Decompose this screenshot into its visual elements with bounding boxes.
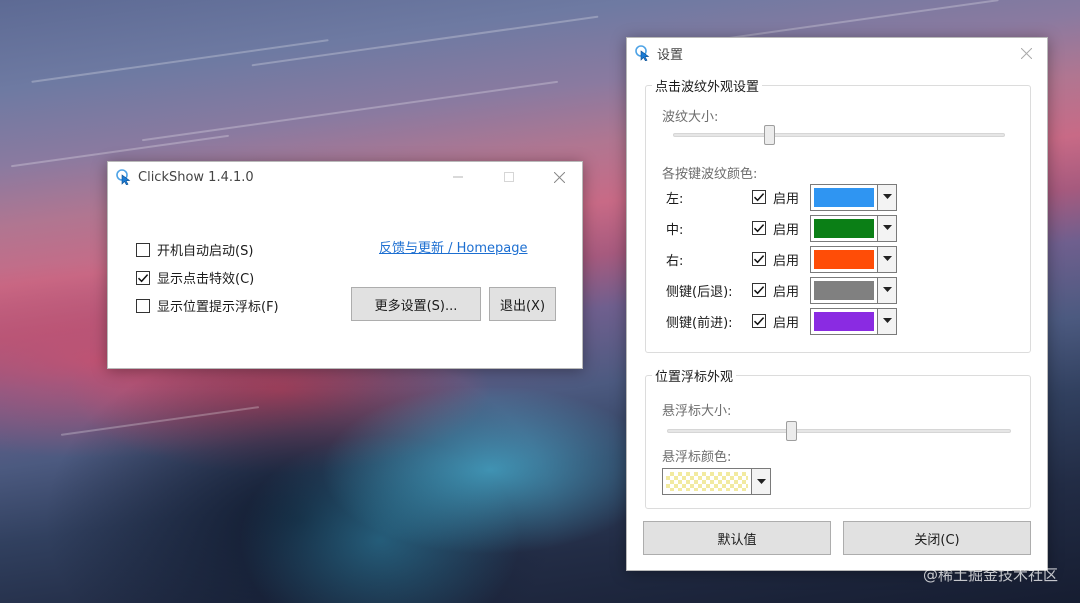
- indicator-appearance-group: 位置浮标外观 悬浮标大小: 悬浮标颜色:: [645, 366, 1031, 509]
- indicator-size-slider[interactable]: [667, 429, 1011, 433]
- checkmark-icon: [753, 317, 765, 326]
- forward-color-picker[interactable]: [810, 307, 897, 335]
- back-color-dropdown[interactable]: [878, 277, 896, 303]
- back-button-color-row: 侧键(后退): 启用: [666, 276, 916, 304]
- forward-button-color-row: 侧键(前进): 启用: [666, 307, 916, 335]
- right-color-swatch: [814, 249, 874, 269]
- show-indicator-option[interactable]: 显示位置提示浮标(F): [136, 296, 279, 315]
- forward-color-swatch: [814, 311, 874, 331]
- left-color-picker[interactable]: [810, 183, 897, 211]
- indicator-size-label: 悬浮标大小:: [662, 404, 732, 419]
- forward-enable-checkbox[interactable]: [752, 314, 766, 328]
- ripple-size-label: 波纹大小:: [662, 110, 719, 125]
- left-button-color-row: 左: 启用: [666, 183, 916, 211]
- left-color-dropdown[interactable]: [878, 184, 896, 210]
- maximize-icon: [504, 172, 514, 182]
- chevron-down-icon: [882, 225, 892, 230]
- ripple-group-title: 点击波纹外观设置: [652, 76, 763, 95]
- settings-titlebar[interactable]: 设置: [627, 38, 1047, 68]
- indicator-size-slider-thumb[interactable]: [785, 421, 797, 441]
- close-icon: [1020, 47, 1032, 59]
- close-button[interactable]: [536, 162, 582, 192]
- default-values-button[interactable]: 默认值: [643, 521, 831, 555]
- back-enable-label: 启用: [773, 284, 800, 300]
- indicator-color-dropdown[interactable]: [752, 469, 770, 494]
- chevron-down-icon: [756, 478, 766, 484]
- show-indicator-checkbox[interactable]: [136, 298, 150, 313]
- exit-button[interactable]: 退出(X): [489, 287, 556, 321]
- clickshow-main-window: ClickShow 1.4.1.0 开机自动启动(S) 显示点击特效(C) 显示…: [107, 161, 583, 369]
- show-indicator-label: 显示位置提示浮标(F): [157, 300, 279, 315]
- right-color-dropdown[interactable]: [878, 246, 896, 272]
- middle-color-picker[interactable]: [810, 214, 897, 242]
- checkmark-icon: [753, 286, 765, 295]
- more-settings-button[interactable]: 更多设置(S)...: [351, 287, 481, 321]
- right-enable-label: 启用: [773, 253, 800, 269]
- indicator-group-title: 位置浮标外观: [652, 366, 737, 385]
- left-enable-label: 启用: [773, 191, 800, 207]
- forward-button-label: 侧键(前进):: [666, 315, 733, 331]
- ripple-size-slider[interactable]: [673, 133, 1005, 137]
- chevron-down-icon: [882, 194, 892, 199]
- show-click-effect-checkbox[interactable]: [136, 270, 150, 285]
- checkmark-icon: [753, 255, 765, 264]
- ripple-size-slider-thumb[interactable]: [764, 125, 776, 145]
- close-icon: [553, 171, 565, 183]
- ripple-appearance-group: 点击波纹外观设置 波纹大小: 各按键波纹颜色: 左: 启用 中: 启用 右: 启…: [645, 76, 1031, 353]
- indicator-color-picker[interactable]: [662, 468, 771, 495]
- show-click-effect-option[interactable]: 显示点击特效(C): [136, 268, 254, 287]
- maximize-button[interactable]: [486, 162, 532, 192]
- right-enable-checkbox[interactable]: [752, 252, 766, 266]
- left-enable-option[interactable]: 启用: [752, 188, 810, 207]
- checkmark-icon: [753, 193, 765, 202]
- ripple-colors-label: 各按键波纹颜色:: [662, 167, 758, 182]
- indicator-color-swatch: [666, 472, 749, 491]
- settings-window-title: 设置: [657, 47, 684, 63]
- middle-color-swatch: [814, 218, 874, 238]
- autostart-checkbox[interactable]: [136, 242, 150, 257]
- right-button-color-row: 右: 启用: [666, 245, 916, 273]
- forward-color-dropdown[interactable]: [878, 308, 896, 334]
- autostart-label: 开机自动启动(S): [157, 244, 254, 259]
- minimize-button[interactable]: [435, 162, 481, 192]
- chevron-down-icon: [882, 256, 892, 261]
- indicator-color-label: 悬浮标颜色:: [662, 450, 732, 465]
- right-button-label: 右:: [666, 253, 684, 269]
- middle-enable-checkbox[interactable]: [752, 221, 766, 235]
- chevron-down-icon: [882, 318, 892, 323]
- right-enable-option[interactable]: 启用: [752, 250, 810, 269]
- settings-close-button[interactable]: [1003, 38, 1049, 68]
- show-click-effect-label: 显示点击特效(C): [157, 272, 255, 287]
- minimize-icon: [453, 176, 463, 178]
- site-watermark: @稀土掘金技术社区: [922, 566, 1058, 584]
- back-enable-option[interactable]: 启用: [752, 281, 810, 300]
- back-button-label: 侧键(后退):: [666, 284, 733, 300]
- settings-window: 设置 点击波纹外观设置 波纹大小: 各按键波纹颜色: 左: 启用 中: 启用 右…: [626, 37, 1048, 571]
- middle-button-label: 中:: [666, 222, 684, 238]
- middle-color-dropdown[interactable]: [878, 215, 896, 241]
- middle-enable-label: 启用: [773, 222, 800, 238]
- app-cursor-icon: [635, 45, 650, 61]
- left-enable-checkbox[interactable]: [752, 190, 766, 204]
- forward-enable-option[interactable]: 启用: [752, 312, 810, 331]
- middle-enable-option[interactable]: 启用: [752, 219, 810, 238]
- main-window-title: ClickShow 1.4.1.0: [138, 169, 254, 185]
- back-enable-checkbox[interactable]: [752, 283, 766, 297]
- middle-button-color-row: 中: 启用: [666, 214, 916, 242]
- app-cursor-icon: [116, 169, 131, 185]
- left-button-label: 左:: [666, 191, 684, 207]
- feedback-homepage-link[interactable]: 反馈与更新 / Homepage: [379, 237, 528, 256]
- chevron-down-icon: [882, 287, 892, 292]
- left-color-swatch: [814, 187, 874, 207]
- back-color-picker[interactable]: [810, 276, 897, 304]
- checkmark-icon: [137, 273, 149, 282]
- settings-close-text-button[interactable]: 关闭(C): [843, 521, 1031, 555]
- checkmark-icon: [753, 224, 765, 233]
- back-color-swatch: [814, 280, 874, 300]
- autostart-option[interactable]: 开机自动启动(S): [136, 240, 253, 259]
- right-color-picker[interactable]: [810, 245, 897, 273]
- forward-enable-label: 启用: [773, 315, 800, 331]
